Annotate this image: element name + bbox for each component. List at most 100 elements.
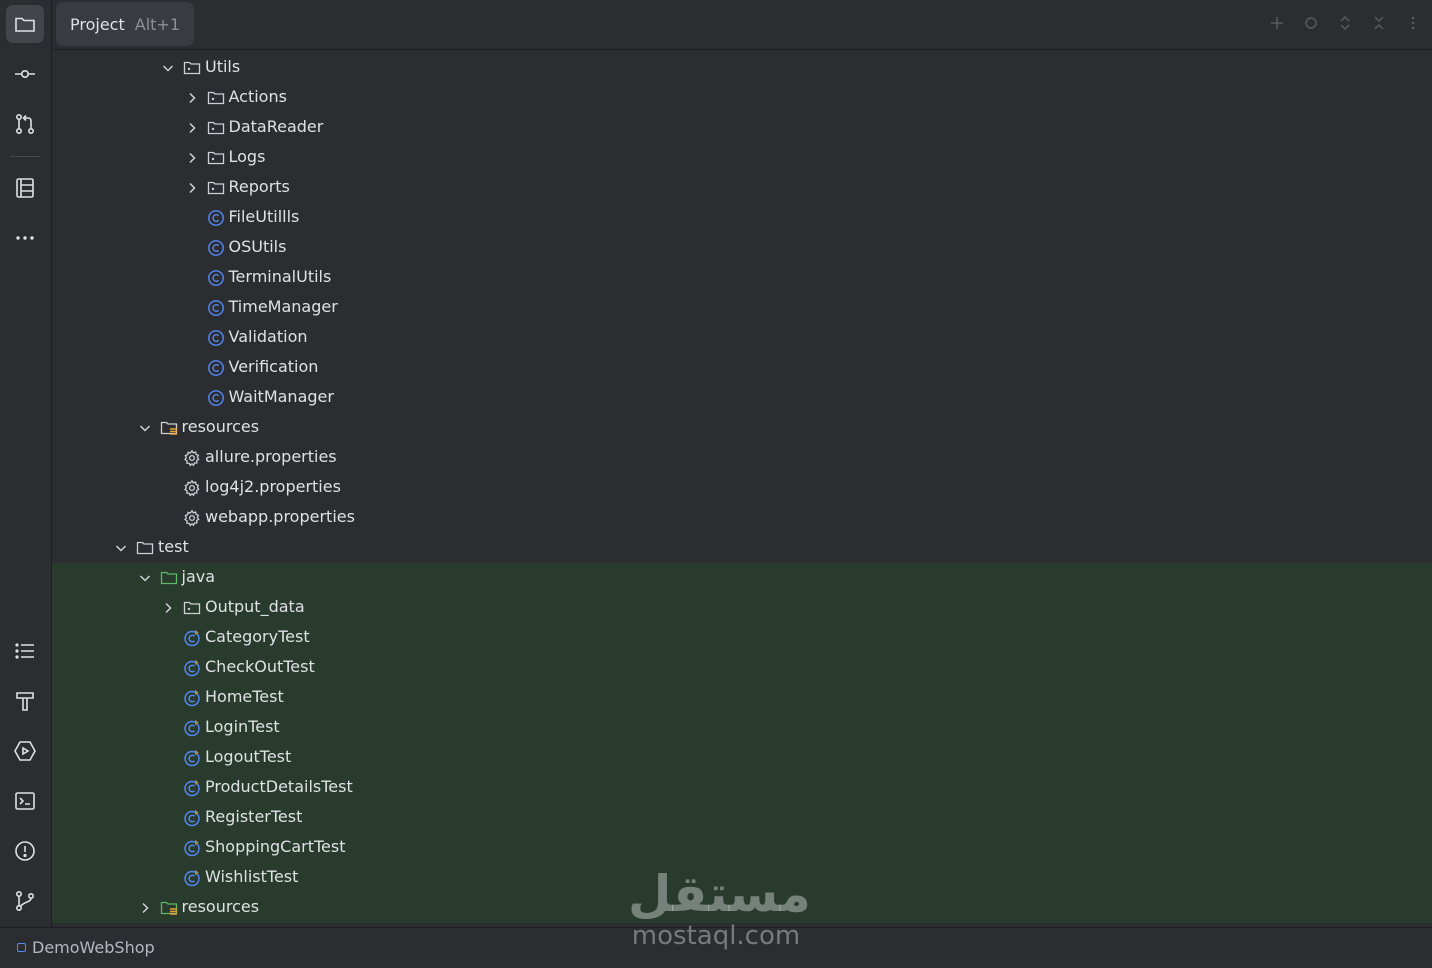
package-icon	[207, 119, 225, 137]
tree-row-label: CheckOutTest	[205, 657, 315, 676]
tree-row-label: LogoutTest	[205, 747, 292, 766]
properties-icon	[183, 509, 201, 527]
tree-row-label: java	[181, 567, 216, 586]
tree-row-label: RegisterTest	[205, 807, 303, 826]
tree-row-label: log4j2.properties	[205, 477, 341, 496]
tree-row-label: WishlistTest	[205, 867, 299, 886]
tree-row[interactable]: allure.properties	[52, 443, 1432, 473]
pull-requests-icon[interactable]	[6, 105, 44, 143]
tree-row[interactable]: Reports	[52, 173, 1432, 203]
test-class-icon	[183, 749, 201, 767]
tree-row[interactable]: DataReader	[52, 113, 1432, 143]
tree-row[interactable]: FileUtillls	[52, 203, 1432, 233]
tree-row[interactable]: resources	[52, 413, 1432, 443]
class-icon	[207, 359, 225, 377]
options-icon[interactable]	[1404, 14, 1422, 32]
build-hammer-icon[interactable]	[6, 682, 44, 720]
resources-icon	[160, 419, 178, 437]
tree-row[interactable]: LoginTest	[52, 713, 1432, 743]
package-icon	[207, 149, 225, 167]
tree-row[interactable]: Validation	[52, 323, 1432, 353]
tree-row[interactable]: TerminalUtils	[52, 263, 1432, 293]
tree-row[interactable]: Utils	[52, 53, 1432, 83]
tree-row[interactable]: log4j2.properties	[52, 473, 1432, 503]
tree-row-label: Verification	[228, 357, 319, 376]
class-icon	[207, 269, 225, 287]
tree-row-label: Logs	[228, 147, 266, 166]
problems-icon[interactable]	[6, 832, 44, 870]
tree-row-label: LoginTest	[205, 717, 280, 736]
class-icon	[207, 389, 225, 407]
project-tab-label: Project	[70, 14, 125, 34]
commit-icon[interactable]	[6, 55, 44, 93]
expand-all-icon[interactable]	[1336, 14, 1354, 32]
project-folder-icon[interactable]	[6, 5, 44, 43]
chevron-down-icon[interactable]	[113, 540, 129, 556]
tree-row[interactable]: ProductDetailsTest	[52, 773, 1432, 803]
git-branch-icon[interactable]	[6, 882, 44, 920]
project-panel-header: Project Alt+1	[52, 0, 1432, 50]
chevron-right-icon[interactable]	[184, 120, 200, 136]
tree-row[interactable]: LogoutTest	[52, 743, 1432, 773]
tree-row-label: OSUtils	[228, 237, 287, 256]
tree-row-label: resources	[181, 417, 260, 436]
structure-icon[interactable]	[6, 169, 44, 207]
tree-row[interactable]: HomeTest	[52, 683, 1432, 713]
chevron-down-icon[interactable]	[137, 420, 153, 436]
chevron-right-icon[interactable]	[184, 150, 200, 166]
tree-row[interactable]: Actions	[52, 83, 1432, 113]
tree-row-label: Actions	[228, 87, 287, 106]
tree-row-label: Reports	[228, 177, 290, 196]
tree-row-label: Validation	[228, 327, 308, 346]
tree-row[interactable]: test	[52, 533, 1432, 563]
package-icon	[207, 89, 225, 107]
terminal-icon[interactable]	[6, 782, 44, 820]
watermark-logo: مستقل mostaql.com	[628, 866, 811, 950]
test-resources-icon	[160, 899, 178, 917]
collapse-all-icon[interactable]	[1370, 14, 1388, 32]
tree-row-label: ProductDetailsTest	[205, 777, 353, 796]
chevron-down-icon[interactable]	[137, 570, 153, 586]
package-icon	[183, 599, 201, 617]
package-icon	[183, 59, 201, 77]
tree-row[interactable]: WaitManager	[52, 383, 1432, 413]
tree-row[interactable]: TimeManager	[52, 293, 1432, 323]
tree-row[interactable]: webapp.properties	[52, 503, 1432, 533]
test-class-icon	[183, 779, 201, 797]
tool-window-strip	[0, 0, 52, 927]
tree-row-label: CategoryTest	[205, 627, 310, 646]
project-tree: Utils Actions DataReader Logs Reports FileUti…	[52, 50, 1432, 926]
properties-icon	[183, 479, 201, 497]
test-class-icon	[183, 719, 201, 737]
folder-icon	[136, 539, 154, 557]
todo-list-icon[interactable]	[6, 632, 44, 670]
chevron-right-icon[interactable]	[184, 180, 200, 196]
tree-row-label: webapp.properties	[205, 507, 355, 526]
project-tab[interactable]: Project Alt+1	[56, 2, 194, 46]
chevron-down-icon[interactable]	[160, 60, 176, 76]
chevron-right-icon[interactable]	[184, 90, 200, 106]
test-class-icon	[183, 839, 201, 857]
package-icon	[207, 179, 225, 197]
add-icon[interactable]	[1268, 14, 1286, 32]
tree-row[interactable]: CategoryTest	[52, 623, 1432, 653]
tree-row[interactable]: RegisterTest	[52, 803, 1432, 833]
chevron-right-icon[interactable]	[160, 600, 176, 616]
tree-row[interactable]: CheckOutTest	[52, 653, 1432, 683]
tree-row[interactable]: Output_data	[52, 593, 1432, 623]
tree-row[interactable]: Logs	[52, 143, 1432, 173]
tree-row-label: allure.properties	[205, 447, 337, 466]
breadcrumb[interactable]: DemoWebShop	[17, 938, 155, 957]
tree-row[interactable]: OSUtils	[52, 233, 1432, 263]
tree-row-label: resources	[181, 897, 260, 916]
tree-row[interactable]: ShoppingCartTest	[52, 833, 1432, 863]
project-tab-shortcut: Alt+1	[134, 14, 180, 34]
test-class-icon	[183, 689, 201, 707]
more-icon[interactable]	[6, 219, 44, 257]
chevron-right-icon[interactable]	[137, 900, 153, 916]
locate-icon[interactable]	[1302, 14, 1320, 32]
tree-row[interactable]: Verification	[52, 353, 1432, 383]
tree-row[interactable]: java	[52, 563, 1432, 593]
services-run-icon[interactable]	[6, 732, 44, 770]
test-class-icon	[183, 629, 201, 647]
